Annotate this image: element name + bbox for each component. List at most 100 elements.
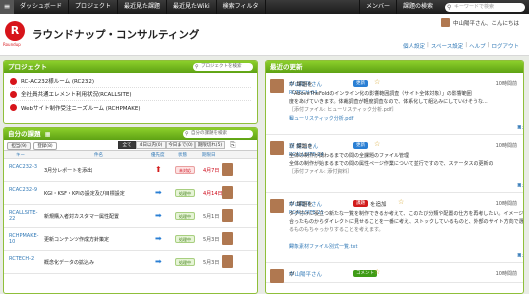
nav-projects[interactable]: プロジェクト bbox=[69, 0, 119, 14]
table-row[interactable]: RCAC232-9 KGI・KSF・KPIの設定及び目標設定 ➡ 処理中 4月14日 bbox=[4, 182, 257, 205]
project-name: Webサイト制作受注ニーズルーム (RCHPMAKE) bbox=[21, 105, 141, 112]
issue-key[interactable]: RCHPMAKE-10 bbox=[9, 233, 41, 245]
filter-overdue[interactable]: 期限切れ(5) bbox=[195, 141, 225, 149]
assignee-avatar[interactable] bbox=[222, 232, 233, 245]
user-info: 中山陽平さん、こんにちは bbox=[440, 18, 519, 27]
header-links: 個人設定 | スペース設定 | ヘルプ | ログアウト bbox=[403, 42, 519, 50]
my-issue-search-input[interactable]: ⚲ 自分の課題を検索 bbox=[183, 130, 253, 138]
user-avatar[interactable] bbox=[440, 18, 450, 27]
nav-search-filter[interactable]: 検索フィルタ bbox=[217, 0, 266, 14]
activity-line-2: 合ったものからダイレクトに見せることを一番に考え、ストックしているものと、外部の… bbox=[289, 219, 524, 225]
issue-title[interactable]: 更新コンテンツ作成方針策定 bbox=[44, 236, 109, 243]
menu-icon[interactable]: ≡ bbox=[0, 0, 14, 14]
attachment-name: 対象素材ファイル別式一覧.txt bbox=[289, 244, 358, 250]
user-avatar[interactable] bbox=[270, 269, 284, 283]
star-icon[interactable]: ☆ bbox=[374, 268, 380, 276]
status-badge: 処理中 bbox=[175, 212, 195, 220]
project-item[interactable]: RC-AC232様ルーム (RC232) bbox=[10, 75, 251, 88]
nav-issue-search[interactable]: 課題の検索 bbox=[395, 0, 439, 14]
project-icon bbox=[10, 104, 17, 111]
search-icon: ⚲ bbox=[195, 64, 199, 70]
greeting-text: 中山陽平さん、こんにちは bbox=[452, 20, 519, 27]
projects-panel: プロジェクト ⚲ プロジェクトを検索 RC-AC232様ルーム (RC232) … bbox=[3, 60, 258, 124]
issue-key[interactable]: RCAC232-9 bbox=[9, 187, 41, 193]
col-status[interactable]: 状態 bbox=[178, 152, 187, 158]
issue-title[interactable]: 新規購入者対カスタマー属性配置 bbox=[44, 213, 119, 220]
activity-time: 10時間前 bbox=[495, 201, 517, 207]
activity-type-badge: 更新 bbox=[353, 142, 368, 149]
activity-line-2: 全体の制作が始まるまでの間の属性ページ作業について並行ですので、ステータスの更新… bbox=[289, 161, 494, 167]
issue-key[interactable]: RCAC232-3 bbox=[9, 164, 41, 170]
table-row[interactable]: RCTECH-2 概念化データの拡込み ➡ 処理中 5月3日 bbox=[4, 251, 257, 274]
activity-line-3: ［添付ファイル: ヒューリスティック分析.pdf］ bbox=[289, 107, 397, 113]
project-list: RC-AC232様ルーム (RC232) 全社員共通エレメント利用状況(RCAL… bbox=[4, 73, 257, 116]
issue-table-body: RCAC232-3 3月分レポートを添出 ⬆ 未対応 4月7日 RCAC232-9 KGI・… bbox=[4, 159, 257, 274]
issue-title[interactable]: 概念化データの拡込み bbox=[44, 259, 94, 266]
issue-table-header: キー 件名 優先度 状態 期限日 bbox=[4, 151, 257, 159]
global-search-placeholder: キーワードで検索 bbox=[454, 3, 495, 10]
recent-updates-heading: 最近の更新 bbox=[270, 63, 303, 71]
nav-recent-wiki[interactable]: 最近見たWiki bbox=[167, 0, 217, 14]
roundup-logo[interactable]: R bbox=[5, 21, 25, 41]
site-header: R Roundup ラウンドナップ・コンサルティング 中山陽平さん、こんにちは … bbox=[0, 14, 529, 56]
user-avatar[interactable] bbox=[270, 79, 284, 93]
project-search-input[interactable]: ⚲ プロジェクトを検索 bbox=[193, 63, 253, 71]
assignee-avatar[interactable] bbox=[222, 163, 233, 176]
star-icon[interactable]: ☆ bbox=[374, 78, 380, 86]
issue-key[interactable]: RCTECH-2 bbox=[9, 256, 41, 262]
col-key[interactable]: キー bbox=[16, 152, 25, 158]
col-due[interactable]: 期限日 bbox=[202, 152, 216, 158]
recent-updates-panel: 最近の更新 中山陽平さん が 課題を 更新 ☆ 10時間前 RCTECH-04 「Abo… bbox=[265, 60, 524, 294]
nav-members[interactable]: メンバー bbox=[358, 0, 396, 14]
tab-registered[interactable]: 登録(8) bbox=[33, 142, 57, 150]
star-icon[interactable]: ☆ bbox=[398, 198, 404, 206]
col-title[interactable]: 件名 bbox=[94, 152, 103, 158]
project-item[interactable]: Webサイト制作受注ニーズルーム (RCHPMAKE) bbox=[10, 101, 251, 114]
filter-all[interactable]: 全て bbox=[118, 141, 136, 149]
my-issue-search-placeholder: 自分の課題を検索 bbox=[191, 131, 227, 136]
action-text: が 課題を bbox=[289, 144, 313, 150]
project-name: 全社員共通エレメント利用状況(RCALLSITE) bbox=[21, 92, 132, 98]
priority-normal-icon: ➡ bbox=[155, 234, 162, 243]
assignee-avatar[interactable] bbox=[222, 186, 233, 199]
filter-within-4-days[interactable]: 4日以内(0) bbox=[136, 141, 166, 149]
issue-title[interactable]: 3月分レポートを添出 bbox=[44, 167, 92, 174]
comment-label: コメントする bbox=[517, 126, 523, 131]
table-row[interactable]: RCALLSITE-22 新規購入者対カスタマー属性配置 ➡ 処理中 5月1日 bbox=[4, 205, 257, 228]
personal-settings-link[interactable]: 個人設定 bbox=[403, 42, 425, 50]
user-avatar[interactable] bbox=[270, 141, 284, 155]
user-avatar[interactable] bbox=[270, 199, 284, 213]
calendar-icon: ▦ bbox=[44, 131, 51, 138]
assignee-avatar[interactable] bbox=[222, 209, 233, 222]
nav-recent-issues[interactable]: 最近見た課題 bbox=[118, 0, 168, 14]
table-row[interactable]: RCAC232-3 3月分レポートを添出 ⬆ 未対応 4月7日 bbox=[4, 159, 257, 182]
activity-item: 嶺 健二さん が 課題を 更新 ☆ 10時間前 RCALLSITE-24 全体の制作が関… bbox=[266, 135, 523, 193]
issue-title[interactable]: KGI・KSF・KPIの設定及び目標設定 bbox=[44, 190, 125, 197]
project-item[interactable]: 全社員共通エレメント利用状況(RCALLSITE) bbox=[10, 88, 251, 101]
nav-dashboard[interactable]: ダッシュボード bbox=[14, 0, 70, 14]
priority-normal-icon: ➡ bbox=[155, 188, 162, 197]
separator: | bbox=[465, 42, 468, 48]
global-search-input[interactable]: ⚲ キーワードで検索 bbox=[445, 2, 525, 12]
attachment-name: ヒューリスティック分析.pdf bbox=[289, 116, 354, 122]
col-priority[interactable]: 優先度 bbox=[151, 152, 165, 158]
status-badge: 未対応 bbox=[175, 166, 195, 174]
export-icon[interactable]: ⎘ bbox=[230, 141, 236, 150]
top-navigation-bar: ≡ ダッシュボード プロジェクト 最近見た課題 最近見たWiki 検索フィルタ … bbox=[0, 0, 529, 14]
logo-wordmark: Roundup bbox=[3, 42, 21, 47]
comment-label: コメントする bbox=[517, 184, 523, 189]
search-icon: ⚲ bbox=[185, 131, 189, 137]
projects-header: プロジェクト ⚲ プロジェクトを検索 bbox=[4, 61, 257, 73]
due-date: 5月3日 bbox=[203, 260, 220, 266]
tab-assigned[interactable]: 担当(9) bbox=[7, 142, 31, 150]
logout-link[interactable]: ログアウト bbox=[491, 42, 519, 50]
space-settings-link[interactable]: スペース設定 bbox=[431, 42, 463, 50]
help-link[interactable]: ヘルプ bbox=[469, 42, 486, 50]
issue-key[interactable]: RCALLSITE-22 bbox=[9, 210, 41, 222]
assignee-avatar[interactable] bbox=[222, 255, 233, 268]
star-icon[interactable]: ☆ bbox=[374, 140, 380, 148]
status-badge: 処理中 bbox=[175, 258, 195, 266]
filter-due-today[interactable]: 今日まで(0) bbox=[166, 141, 195, 149]
activity-text: 全体の制作が関わるまでの間の全課題のファイル管理 bbox=[289, 153, 410, 159]
table-row[interactable]: RCHPMAKE-10 更新コンテンツ作成方針策定 ➡ 処理中 5月3日 bbox=[4, 228, 257, 251]
